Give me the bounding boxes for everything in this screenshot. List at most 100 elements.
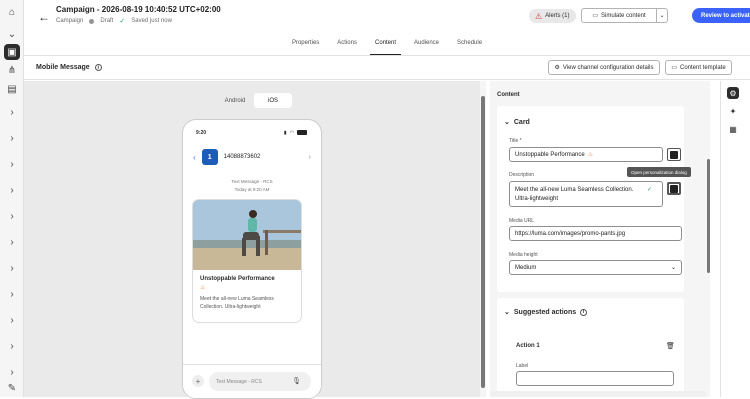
chevron-right-icon[interactable]: › — [4, 104, 20, 120]
horizontal-scrollbar[interactable] — [490, 391, 706, 397]
content-template-button[interactable]: ▭ Content template — [665, 60, 732, 75]
chevron-right-icon[interactable]: › — [4, 260, 20, 276]
simulate-label: Simulate content — [600, 12, 646, 19]
tab-content[interactable]: Content — [366, 37, 405, 56]
view-config-button[interactable]: ⚙ View channel configuration details — [548, 60, 660, 75]
panel-scrollbar[interactable] — [705, 81, 712, 397]
description-label: Description — [509, 172, 535, 178]
card-section-header[interactable]: ⌄ Card — [504, 118, 530, 127]
scroll-thumb[interactable] — [707, 159, 710, 273]
message-type: Text Message - RCS — [231, 179, 273, 184]
chevron-right-icon[interactable]: › — [4, 234, 20, 250]
media-url-field[interactable]: https://luma.com/images/promo-pants.jpg — [509, 226, 682, 241]
messages-icon[interactable]: ▣ — [4, 44, 20, 60]
rich-card: Unstoppable Performance ♨ Meet the all-n… — [192, 199, 302, 323]
saved-status: Saved just now — [131, 18, 172, 24]
title-label: Title * — [509, 138, 522, 144]
tooltip: Open personalization dialog — [627, 167, 691, 177]
signal-icon: ▮ — [283, 130, 287, 136]
chevron-right-icon[interactable]: › — [4, 208, 20, 224]
gear-icon[interactable]: ⚙ — [727, 87, 739, 99]
document-icon[interactable]: ▤ — [4, 81, 20, 97]
plus-icon[interactable]: + — [192, 375, 204, 387]
card-title: Unstoppable Performance — [200, 276, 275, 282]
tab-actions[interactable]: Actions — [328, 37, 366, 55]
content-template-label: Content template — [679, 64, 726, 71]
chevron-right-icon[interactable]: › — [4, 286, 20, 302]
left-sidebar: ⌂ ⌄ ▣ ⋔ ▤ › › › › › › › › › › › ✎ — [0, 0, 24, 397]
android-option[interactable]: Android — [216, 93, 254, 108]
personalization-button[interactable] — [667, 182, 681, 195]
preview-area: Android iOS 9:20 ▮ ◠ ‹ 1 14088873602 › T… — [24, 81, 484, 399]
microphone-icon[interactable]: 🎙 — [292, 377, 301, 385]
status-dot-icon — [89, 18, 95, 24]
simulate-content-button[interactable]: ▭ Simulate content — [581, 8, 657, 23]
chevron-down-icon: ⌄ — [504, 309, 510, 316]
battery-icon — [297, 130, 307, 135]
chevron-right-icon[interactable]: › — [4, 312, 20, 328]
suggested-actions-header[interactable]: ⌄ Suggested actions i — [504, 308, 588, 316]
info-icon[interactable]: i — [94, 64, 102, 71]
card-description: Meet the all-new Luma Seamless Collectio… — [200, 296, 274, 310]
media-height-value: Medium — [515, 264, 537, 271]
info-icon[interactable]: i — [580, 308, 588, 316]
tab-properties[interactable]: Properties — [283, 37, 328, 55]
action-item: Action 1 🗑 Label — [516, 317, 684, 391]
review-to-activate-button[interactable]: Review to activate — [692, 8, 750, 23]
template-icon: ▭ — [671, 65, 677, 71]
ios-option[interactable]: iOS — [254, 93, 292, 108]
suggested-actions-title: Suggested actions — [513, 308, 577, 316]
magic-wand-icon[interactable]: ✦ — [727, 105, 739, 117]
chevron-right-icon[interactable]: › — [4, 156, 20, 172]
chevron-down-icon[interactable]: ⌄ — [4, 26, 20, 42]
edit-icon[interactable]: ✎ — [4, 380, 20, 396]
chevron-right-icon[interactable]: › — [4, 338, 20, 354]
contact-number: 14088873602 — [223, 154, 261, 160]
content-panel: Content ⌄ Card Title * Unstoppable Perfo… — [490, 81, 710, 398]
contact-bar: ‹ 1 14088873602 › — [193, 148, 311, 166]
chevron-right-icon[interactable]: › — [4, 182, 20, 198]
action-label-field[interactable] — [516, 371, 674, 386]
home-icon[interactable]: ⌂ — [4, 4, 20, 20]
title-value: Unstoppable Performance — [515, 151, 585, 158]
subheader: Mobile Message i ⚙ View channel configur… — [24, 56, 750, 80]
card-section-title: Card — [513, 118, 530, 126]
suggested-actions-section: ⌄ Suggested actions i Action 1 🗑 Label — [497, 298, 684, 398]
personalize-icon — [670, 150, 678, 159]
journey-icon[interactable]: ⋔ — [4, 62, 20, 78]
status-time: 9:20 — [196, 130, 207, 136]
personalization-button[interactable] — [667, 148, 681, 161]
scroll-thumb[interactable] — [481, 96, 485, 388]
trash-icon[interactable]: 🗑 — [666, 342, 675, 350]
tab-schedule[interactable]: Schedule — [448, 37, 491, 55]
page-title: Campaign - 2026-08-19 10:40:52 UTC+02:00 — [56, 5, 221, 14]
chevron-right-icon[interactable]: › — [309, 154, 311, 161]
media-height-select[interactable]: Medium ⌄ — [509, 260, 682, 275]
tab-bar: Properties Actions Content Audience Sche… — [24, 37, 750, 56]
layout-icon[interactable]: ▦ — [727, 123, 739, 135]
action-label-label: Label — [516, 363, 529, 369]
breadcrumb-campaign[interactable]: Campaign — [56, 18, 83, 24]
chevron-right-icon[interactable]: › — [4, 364, 20, 380]
back-chevron-icon[interactable]: ‹ — [193, 153, 196, 162]
tab-audience[interactable]: Audience — [405, 37, 448, 55]
avatar: 1 — [201, 149, 218, 165]
chevron-down-icon: ⌄ — [670, 265, 676, 271]
settings-icon: ⚙ — [554, 65, 560, 71]
preview-scrollbar[interactable] — [480, 81, 486, 397]
chevron-right-icon[interactable]: › — [4, 130, 20, 146]
description-value: Meet the all-new Luma Seamless Collectio… — [515, 187, 634, 202]
description-field[interactable]: Meet the all-new Luma Seamless Collectio… — [509, 181, 663, 207]
os-toggle: Android iOS — [216, 93, 292, 108]
status-badge: Draft — [100, 18, 114, 24]
simulate-icon: ▭ — [592, 13, 598, 19]
alerts-button[interactable]: ⚠ Alerts (1) — [529, 9, 576, 23]
alerts-label: Alerts (1) — [545, 13, 570, 19]
card-image — [193, 200, 301, 270]
title-field[interactable]: Unstoppable Performance ♨ — [509, 147, 663, 162]
personalize-icon — [670, 184, 678, 193]
simulate-dropdown-button[interactable]: ⌄ — [657, 8, 668, 23]
mobile-message-title: Mobile Message — [36, 64, 90, 71]
back-arrow-icon[interactable]: ← — [38, 10, 50, 24]
section-title: Mobile Message i — [36, 64, 102, 71]
